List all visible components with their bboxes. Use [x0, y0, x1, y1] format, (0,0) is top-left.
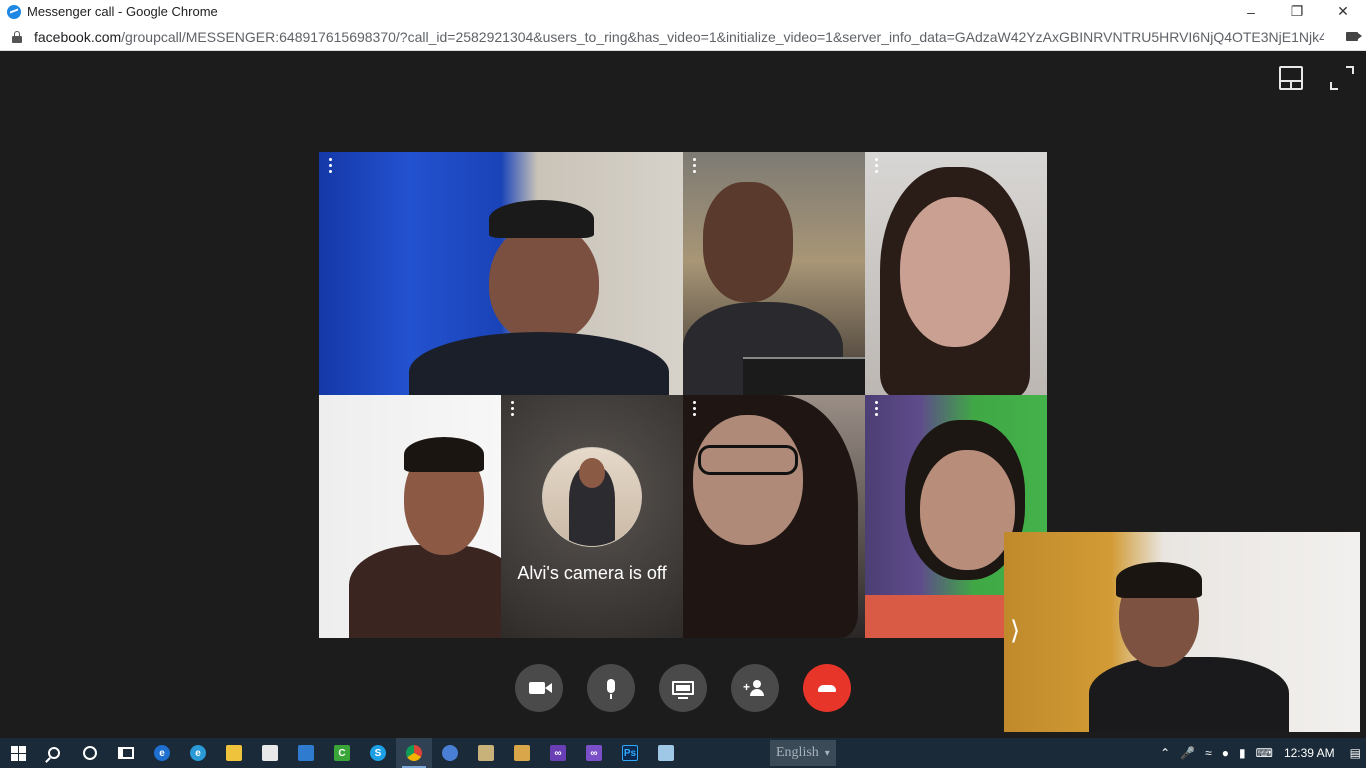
taskbar-internet-explorer[interactable]: e [144, 738, 180, 768]
window-title: Messenger call - Google Chrome [27, 4, 218, 19]
taskbar-chromium[interactable] [432, 738, 468, 768]
taskbar-camtasia[interactable]: C [324, 738, 360, 768]
visual-studio-icon: ∞ [586, 745, 602, 761]
search-button[interactable] [36, 738, 72, 768]
url-path: /groupcall/MESSENGER:648917615698370/?ca… [121, 28, 1324, 45]
taskbar-chrome[interactable] [396, 738, 432, 768]
taskbar-tool-2[interactable] [504, 738, 540, 768]
visual-studio-icon: ∞ [550, 745, 566, 761]
store-icon [262, 745, 278, 761]
microphone-icon [607, 679, 615, 699]
participant-tile-3[interactable] [865, 152, 1047, 395]
participant-tile-2[interactable] [683, 152, 865, 395]
cortana-button[interactable] [72, 738, 108, 768]
edge-icon: e [190, 745, 206, 761]
tools-icon [478, 745, 494, 761]
clock[interactable]: 12:39 AM [1278, 746, 1345, 760]
notepad-icon [658, 745, 674, 761]
taskbar-edge[interactable]: e [180, 738, 216, 768]
video-camera-icon [528, 682, 552, 694]
taskbar-file-explorer[interactable] [216, 738, 252, 768]
tools-icon [514, 745, 530, 761]
chrome-icon [406, 745, 422, 761]
end-call-button[interactable] [803, 664, 851, 712]
window-titlebar: Messenger call - Google Chrome – ❐ ✕ [0, 0, 1366, 23]
taskbar-mail[interactable] [288, 738, 324, 768]
messenger-icon [7, 4, 21, 19]
taskbar-visual-studio-2[interactable]: ∞ [576, 738, 612, 768]
taskbar-visual-studio[interactable]: ∞ [540, 738, 576, 768]
photoshop-icon: Ps [622, 745, 638, 761]
camera-off-label: Alvi's camera is off [517, 563, 667, 583]
task-view-icon [118, 747, 134, 759]
cortana-icon [83, 746, 97, 760]
participant-tile-6[interactable] [683, 395, 865, 638]
language-label: English [776, 745, 819, 760]
camtasia-icon: C [334, 745, 350, 761]
self-view[interactable]: ⟩ [1004, 532, 1360, 732]
taskbar-store[interactable] [252, 738, 288, 768]
system-tray: ⌃ 🎤 ≈ ● ▮ ⌨ 12:39 AM ▤ [1155, 738, 1366, 768]
toggle-mic-button[interactable] [587, 664, 635, 712]
close-button[interactable]: ✕ [1320, 0, 1366, 23]
chevron-down-icon[interactable]: ▾ [825, 748, 830, 759]
restore-button[interactable]: ❐ [1274, 0, 1320, 23]
keyboard-icon[interactable]: ⌨ [1251, 746, 1278, 760]
screen-share-icon [672, 681, 694, 699]
lock-icon[interactable] [12, 30, 22, 43]
end-call-icon [818, 684, 836, 692]
minimize-button[interactable]: – [1228, 0, 1274, 23]
fullscreen-icon[interactable] [1330, 66, 1354, 90]
skype-icon: S [370, 745, 386, 761]
participant-tile-1[interactable] [319, 152, 683, 395]
taskbar-skype[interactable]: S [360, 738, 396, 768]
more-options-icon[interactable] [693, 158, 697, 174]
layout-toggle-icon[interactable] [1279, 66, 1303, 90]
window-controls: – ❐ ✕ [1228, 0, 1366, 23]
add-people-button[interactable]: + [731, 664, 779, 712]
profile-avatar [542, 447, 642, 547]
more-options-icon[interactable] [875, 158, 879, 174]
toggle-video-button[interactable] [515, 664, 563, 712]
collapse-self-view-icon[interactable]: ⟩ [1010, 617, 1020, 643]
internet-explorer-icon: e [154, 745, 170, 761]
more-options-icon[interactable] [875, 401, 879, 417]
more-options-icon[interactable] [329, 158, 333, 174]
microphone-tray-icon[interactable]: 🎤 [1175, 746, 1200, 760]
notifications-icon[interactable]: ▤ [1345, 746, 1366, 760]
battery-icon[interactable]: ▮ [1234, 746, 1251, 760]
wifi-icon[interactable]: ≈ [1200, 746, 1217, 760]
call-area: Alvi's camera is off ⟩ + [0, 51, 1366, 738]
windows-logo-icon [10, 745, 26, 761]
task-view-button[interactable] [108, 738, 144, 768]
address-bar[interactable]: facebook.com/groupcall/MESSENGER:6489176… [0, 23, 1366, 51]
mail-icon [298, 745, 314, 761]
more-options-icon[interactable] [693, 401, 697, 417]
participant-tile-alvi[interactable]: Alvi's camera is off [501, 395, 683, 638]
add-person-icon: + [743, 680, 767, 696]
chromium-icon [442, 745, 458, 761]
taskbar-notepad[interactable] [648, 738, 684, 768]
network-icon[interactable]: ● [1217, 746, 1234, 760]
url-domain: facebook.com [34, 28, 122, 45]
language-bar[interactable]: English ▾ [770, 740, 836, 766]
share-screen-button[interactable] [659, 664, 707, 712]
folder-icon [226, 745, 242, 761]
taskbar-photoshop[interactable]: Ps [612, 738, 648, 768]
search-icon [48, 747, 60, 759]
more-options-icon[interactable] [511, 401, 515, 417]
participant-tile-4[interactable] [319, 395, 501, 638]
taskbar-tool[interactable] [468, 738, 504, 768]
url-text[interactable]: facebook.com/groupcall/MESSENGER:6489176… [34, 29, 1324, 45]
start-button[interactable] [0, 738, 36, 768]
chevron-up-icon[interactable]: ⌃ [1155, 746, 1175, 760]
camera-in-use-icon[interactable] [1346, 32, 1362, 41]
